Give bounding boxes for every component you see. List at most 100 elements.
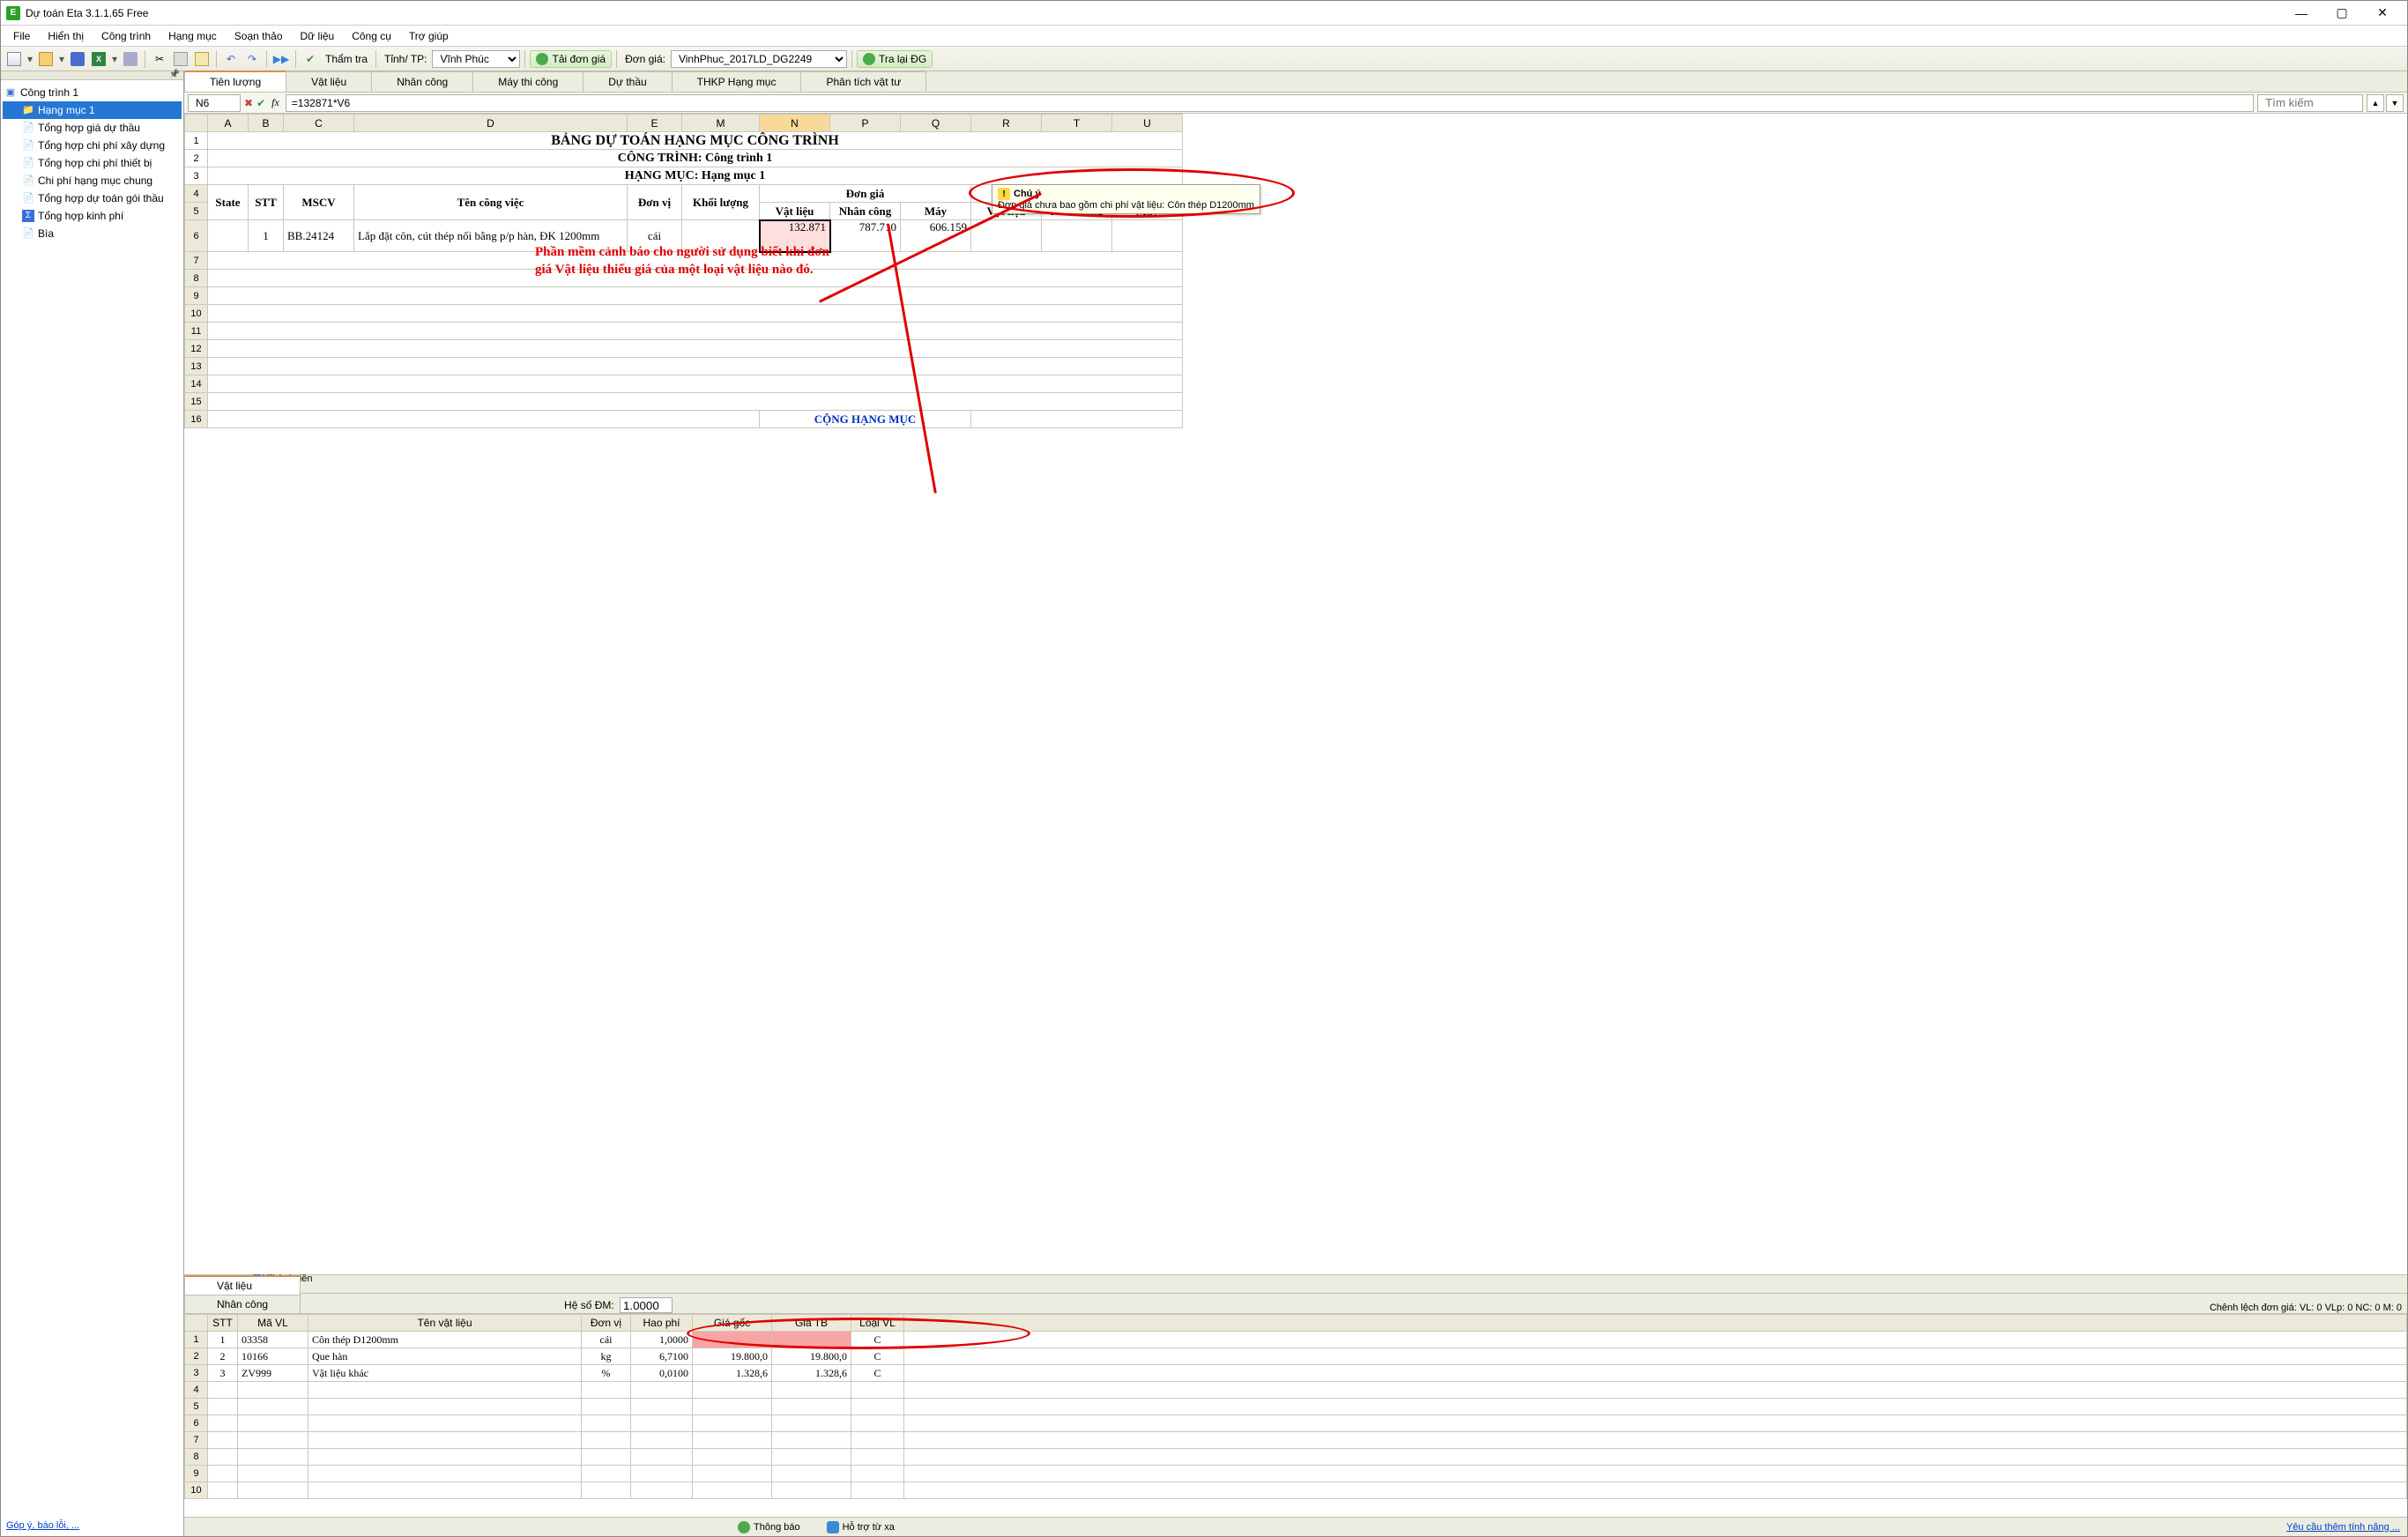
cell[interactable] [208, 220, 249, 252]
bcell[interactable] [772, 1415, 851, 1432]
bcell[interactable] [851, 1482, 904, 1499]
menu-công trình[interactable]: Công trình [93, 27, 160, 45]
cell[interactable] [208, 305, 1183, 323]
bcell[interactable] [851, 1399, 904, 1415]
bcell[interactable] [851, 1466, 904, 1482]
menu-dữ liệu[interactable]: Dữ liệu [292, 27, 344, 45]
menu-hạng mục[interactable]: Hạng mục [160, 27, 226, 45]
bcell[interactable] [693, 1432, 772, 1449]
row-header[interactable]: 5 [185, 203, 208, 220]
bcell[interactable] [208, 1482, 238, 1499]
tree-item[interactable]: 📄Tổng hợp chi phí xây dựng [3, 137, 182, 154]
tab-2[interactable]: Nhân công [371, 71, 473, 92]
excel-icon[interactable]: X [89, 49, 108, 69]
row-header[interactable]: 3 [185, 167, 208, 185]
bcell[interactable] [308, 1415, 582, 1432]
row-header[interactable]: 9 [185, 1466, 208, 1482]
row-header[interactable]: 8 [185, 270, 208, 287]
bcell[interactable] [238, 1432, 308, 1449]
tab-3[interactable]: Máy thi công [472, 71, 583, 92]
bcell[interactable] [631, 1482, 693, 1499]
bcell[interactable] [582, 1432, 631, 1449]
row-header[interactable]: 1 [185, 1332, 208, 1348]
cell[interactable] [682, 220, 760, 252]
bcell[interactable] [693, 1482, 772, 1499]
bcell[interactable] [208, 1415, 238, 1432]
row-header[interactable]: 3 [185, 1365, 208, 1382]
cell[interactable]: 1 [249, 220, 284, 252]
bcell[interactable]: 1 [208, 1332, 238, 1348]
bcell[interactable]: 2 [208, 1348, 238, 1365]
tree-item[interactable]: 📄Tổng hợp chi phí thiết bị [3, 154, 182, 172]
bhdr[interactable]: Mã VL [238, 1315, 308, 1332]
col-header[interactable]: E [628, 115, 682, 132]
menu-file[interactable]: File [4, 27, 39, 45]
bhdr[interactable]: Giá gốc [693, 1315, 772, 1332]
cell[interactable] [208, 411, 760, 428]
bcell[interactable] [238, 1382, 308, 1399]
thamtra-label[interactable]: Thẩm tra [322, 53, 371, 65]
open-icon[interactable] [36, 49, 56, 69]
cell[interactable] [1042, 220, 1112, 252]
bcell[interactable]: 1.328,6 [772, 1365, 851, 1382]
cell[interactable]: BB.24124 [284, 220, 354, 252]
bcell[interactable] [904, 1365, 2407, 1382]
row-header[interactable]: 1 [185, 132, 208, 150]
bcell[interactable] [208, 1466, 238, 1482]
menu-công cụ[interactable]: Công cụ [343, 27, 400, 45]
nav-down-icon[interactable]: ▼ [2386, 94, 2404, 112]
row-header[interactable]: 15 [185, 393, 208, 411]
bcell[interactable] [772, 1432, 851, 1449]
bcell[interactable]: Vật liệu khác [308, 1365, 582, 1382]
col-header[interactable]: C [284, 115, 354, 132]
row-header[interactable]: 10 [185, 305, 208, 323]
bcell[interactable] [308, 1466, 582, 1482]
bcell[interactable] [693, 1382, 772, 1399]
hesodm-input[interactable] [620, 1297, 673, 1313]
search-input[interactable] [2257, 94, 2363, 112]
col-header[interactable]: N [760, 115, 830, 132]
bcell[interactable] [904, 1332, 2407, 1348]
bcell[interactable]: 1.328,6 [693, 1365, 772, 1382]
bcell[interactable] [851, 1382, 904, 1399]
tree-item[interactable]: 📁Hạng mục 1 [3, 101, 182, 119]
bcell[interactable] [582, 1382, 631, 1399]
bcell[interactable] [904, 1449, 2407, 1466]
minimize-button[interactable]: — [2282, 2, 2321, 25]
menu-soạn thảo[interactable]: Soạn thảo [226, 27, 292, 45]
row-header[interactable]: 7 [185, 252, 208, 270]
bcell[interactable]: 03358 [238, 1332, 308, 1348]
bcell[interactable] [904, 1482, 2407, 1499]
cell[interactable]: 787.710 [830, 220, 901, 252]
tab-6[interactable]: Phân tích vật tư [800, 71, 926, 92]
main-sheet[interactable]: A B C D E M N P Q R T U 1BẢNG DỰ TOÁN HẠ… [184, 114, 2407, 1274]
row-header[interactable]: 5 [185, 1399, 208, 1415]
bcell[interactable] [308, 1399, 582, 1415]
bcell[interactable] [308, 1482, 582, 1499]
col-header[interactable]: A [208, 115, 249, 132]
run-icon[interactable]: ▶▶ [271, 49, 291, 69]
feedback-link[interactable]: Góp ý, báo lỗi, ... [6, 1520, 79, 1531]
bcell[interactable]: 10166 [238, 1348, 308, 1365]
bcell[interactable] [208, 1399, 238, 1415]
name-box[interactable]: N6 [188, 94, 241, 112]
bhdr[interactable]: Hao phí [631, 1315, 693, 1332]
bcell[interactable] [772, 1482, 851, 1499]
bcell[interactable] [238, 1466, 308, 1482]
row-header[interactable]: 2 [185, 150, 208, 167]
bcell[interactable] [904, 1382, 2407, 1399]
row-header[interactable]: 8 [185, 1449, 208, 1466]
row-header[interactable]: 6 [185, 220, 208, 252]
bcell[interactable] [631, 1466, 693, 1482]
download-price-button[interactable]: Tải đơn giá [530, 50, 612, 68]
nav-up-icon[interactable]: ▲ [2367, 94, 2384, 112]
row-header[interactable]: 6 [185, 1415, 208, 1432]
price-select[interactable]: VinhPhuc_2017LD_DG2249 [671, 50, 847, 68]
bcell[interactable]: 0,0100 [631, 1365, 693, 1382]
bcell[interactable]: kg [582, 1348, 631, 1365]
tree-item[interactable]: 📄Bìa [3, 225, 182, 242]
undo-icon[interactable]: ↶ [221, 49, 241, 69]
check-icon[interactable]: ✔ [301, 49, 320, 69]
bcell[interactable] [904, 1466, 2407, 1482]
arrow-down-icon[interactable]: ▾ [110, 49, 119, 69]
